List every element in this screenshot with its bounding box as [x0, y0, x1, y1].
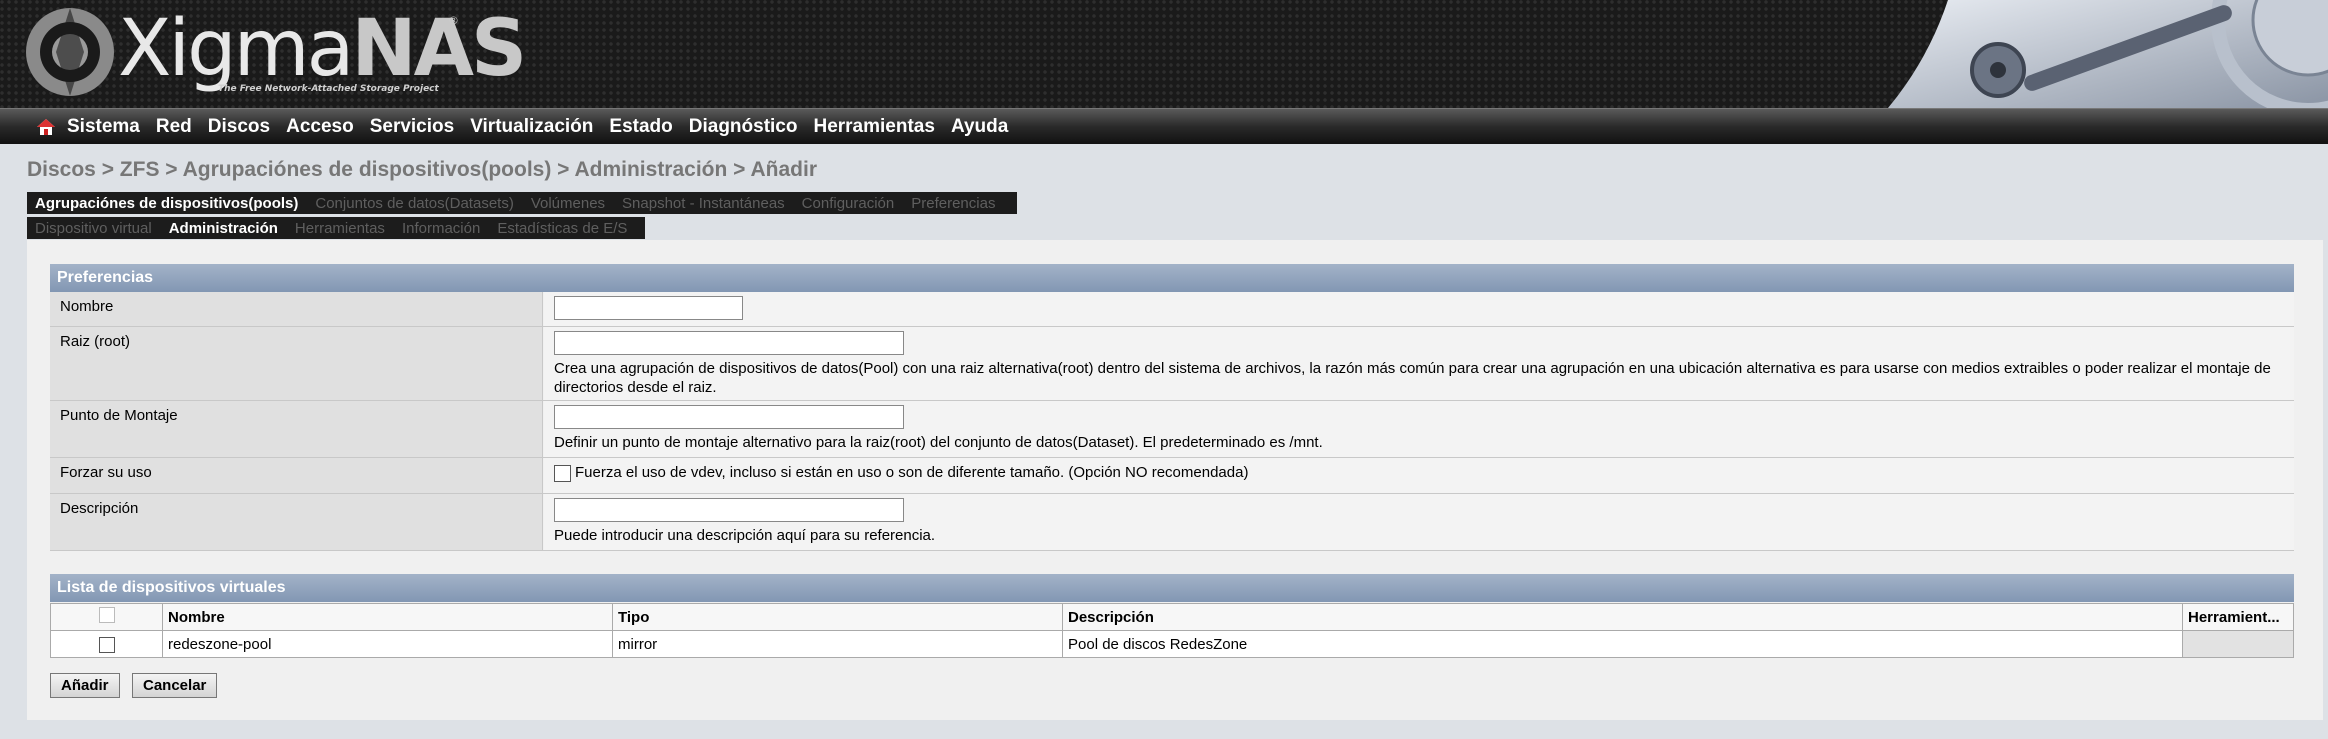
xigmanas-logo[interactable]: XigmaNAS ® The Free Network-Attached Sto… — [22, 0, 527, 108]
row-root: Raiz (root) Crea una agrupación de dispo… — [50, 327, 2294, 401]
row-description: Descripción Puede introducir una descrip… — [50, 494, 2294, 551]
menu-virtualizacion[interactable]: Virtualización — [470, 116, 593, 138]
force-checkbox[interactable] — [554, 464, 571, 482]
mountpoint-label: Punto de Montaje — [50, 401, 543, 457]
select-all-checkbox[interactable] — [98, 607, 115, 623]
breadcrumb: Discos > ZFS > Agrupaciónes de dispositi… — [27, 158, 817, 181]
tab-volumes[interactable]: Volúmenes — [531, 195, 605, 212]
menu-estado[interactable]: Estado — [609, 116, 672, 138]
description-input[interactable] — [554, 498, 904, 522]
tab-configuration[interactable]: Configuración — [802, 195, 895, 212]
mountpoint-description: Definir un punto de montaje alternativo … — [554, 434, 1323, 451]
row-name: Nombre — [50, 292, 2294, 327]
description-help: Puede introducir una descripción aquí pa… — [554, 527, 936, 544]
tab-preferences[interactable]: Preferencias — [911, 195, 995, 212]
tab-io-statistics[interactable]: Estadísticas de E/S — [497, 220, 627, 237]
menu-ayuda[interactable]: Ayuda — [951, 116, 1008, 138]
logo-registered-mark: ® — [448, 14, 459, 27]
preferences-section-title: Preferencias — [50, 264, 2294, 292]
row-select-cell — [50, 630, 163, 658]
tab-snapshots[interactable]: Snapshot - Instantáneas — [622, 195, 785, 212]
root-label: Raiz (root) — [50, 327, 543, 400]
menu-sistema[interactable]: Sistema — [67, 116, 140, 138]
add-button[interactable]: Añadir — [50, 673, 120, 698]
row-mountpoint: Punto de Montaje Definir un punto de mon… — [50, 401, 2294, 458]
vdev-table: Nombre Tipo Descripción Herramient... re… — [50, 603, 2294, 658]
force-label: Forzar su uso — [50, 458, 543, 493]
menu-herramientas[interactable]: Herramientas — [813, 116, 934, 138]
primary-tabs: Agrupaciónes de dispositivos(pools) Conj… — [27, 192, 1017, 214]
col-name[interactable]: Nombre — [162, 603, 613, 631]
main-menu-bar: Sistema Red Discos Acceso Servicios Virt… — [0, 108, 2328, 144]
table-header-row: Nombre Tipo Descripción Herramient... — [50, 603, 2294, 631]
force-description: Fuerza el uso de vdev, incluso si están … — [575, 464, 1249, 481]
vdev-tools — [2182, 630, 2294, 658]
menu-diagnostico[interactable]: Diagnóstico — [689, 116, 798, 138]
tab-information[interactable]: Información — [402, 220, 480, 237]
hard-drive-illustration — [1888, 0, 2328, 108]
menu-servicios[interactable]: Servicios — [370, 116, 455, 138]
table-row: redeszone-pool mirror Pool de discos Red… — [50, 630, 2294, 658]
tab-pools[interactable]: Agrupaciónes de dispositivos(pools) — [35, 195, 298, 212]
tab-administration[interactable]: Administración — [169, 220, 278, 237]
col-type[interactable]: Tipo — [612, 603, 1063, 631]
description-label: Descripción — [50, 494, 543, 550]
header-banner: XigmaNAS ® The Free Network-Attached Sto… — [0, 0, 2328, 108]
name-label: Nombre — [50, 292, 543, 326]
logo-emblem-icon — [26, 8, 114, 96]
root-description: Crea una agrupación de dispositivos de d… — [554, 360, 2271, 396]
vdev-list-title: Lista de dispositivos virtuales — [50, 574, 2294, 602]
row-force: Forzar su uso Fuerza el uso de vdev, inc… — [50, 458, 2294, 494]
cancel-button[interactable]: Cancelar — [132, 673, 218, 698]
col-description[interactable]: Descripción — [1062, 603, 2183, 631]
root-input[interactable] — [554, 331, 904, 355]
menu-red[interactable]: Red — [156, 116, 192, 138]
tab-virtual-device[interactable]: Dispositivo virtual — [35, 220, 152, 237]
name-input[interactable] — [554, 296, 743, 320]
tab-datasets[interactable]: Conjuntos de datos(Datasets) — [315, 195, 513, 212]
vdev-description: Pool de discos RedesZone — [1062, 630, 2183, 658]
mountpoint-input[interactable] — [554, 405, 904, 429]
home-icon[interactable] — [36, 118, 56, 136]
secondary-tabs: Dispositivo virtual Administración Herra… — [27, 217, 645, 239]
menu-discos[interactable]: Discos — [208, 116, 270, 138]
col-tools[interactable]: Herramient... — [2182, 603, 2294, 631]
vdev-type: mirror — [612, 630, 1063, 658]
vdev-name: redeszone-pool — [162, 630, 613, 658]
row-checkbox[interactable] — [98, 636, 115, 653]
menu-acceso[interactable]: Acceso — [286, 116, 354, 138]
logo-tagline: The Free Network-Attached Storage Projec… — [218, 84, 439, 94]
tab-tools[interactable]: Herramientas — [295, 220, 385, 237]
select-all-header — [50, 603, 163, 631]
logo-text: XigmaNAS — [118, 4, 527, 94]
